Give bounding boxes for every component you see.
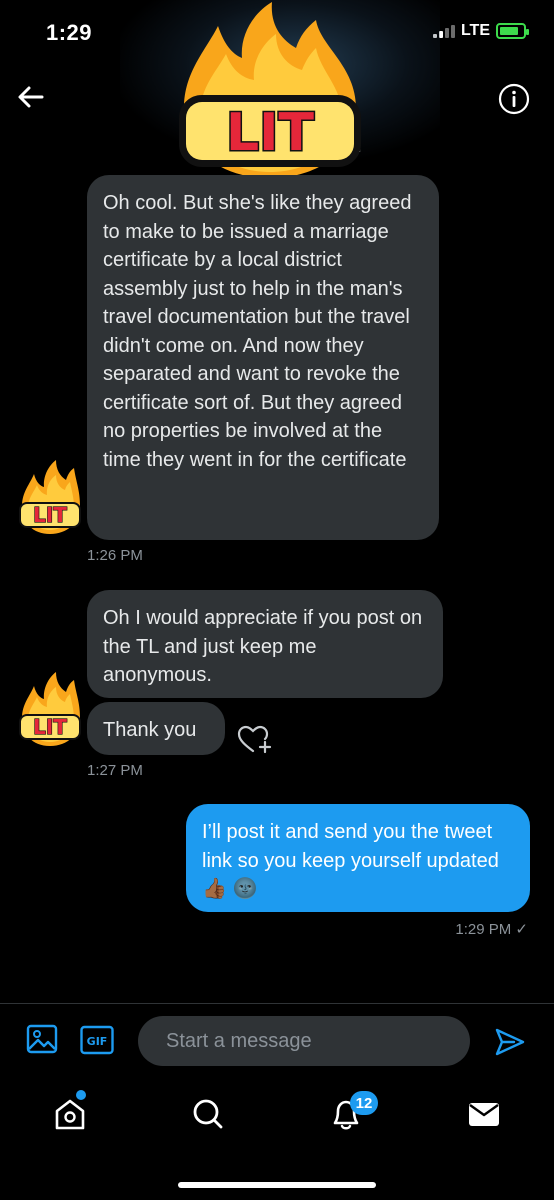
message-timestamp: 1:27 PM	[87, 762, 143, 779]
gif-icon: GIF	[80, 1025, 114, 1055]
status-time: 1:29	[46, 20, 93, 45]
sticker-text: LIT	[33, 503, 67, 527]
fire-lit-sticker: LIT	[170, 0, 370, 182]
message-bubble-received[interactable]: Thank you	[87, 702, 225, 755]
sticker-text: LIT	[33, 715, 67, 739]
tab-home[interactable]	[50, 1094, 90, 1134]
network-type: LTE	[460, 22, 490, 39]
fire-lit-sticker-avatar: LIT	[16, 458, 84, 536]
mail-icon	[469, 1103, 499, 1126]
tab-messages[interactable]	[464, 1094, 504, 1134]
status-indicators: LTE	[432, 22, 529, 40]
sticker-text: LIT	[226, 103, 314, 163]
gif-label: GIF	[87, 1035, 108, 1048]
message-text: Oh I would appreciate if you post on the…	[103, 607, 423, 686]
back-arrow-icon	[18, 86, 44, 108]
message-bubble-received[interactable]: Oh cool. But she's like they agreed to m…	[87, 175, 439, 540]
tab-search[interactable]	[188, 1094, 228, 1134]
send-button[interactable]	[494, 1026, 526, 1058]
message-text: Oh cool. But she's like they agreed to m…	[103, 192, 412, 471]
add-image-button[interactable]	[26, 1023, 58, 1055]
like-add-icon	[237, 725, 272, 754]
home-icon	[55, 1099, 85, 1130]
compose-divider	[0, 1003, 554, 1004]
home-notification-dot	[76, 1090, 86, 1100]
info-button[interactable]	[498, 83, 530, 115]
fire-lit-sticker-avatar: LIT	[16, 670, 84, 748]
image-icon	[26, 1024, 58, 1054]
message-input[interactable]	[164, 1028, 444, 1054]
message-timestamp: 1:29 PM ✓	[455, 921, 528, 938]
like-add-button[interactable]	[235, 722, 275, 756]
message-input-container[interactable]	[138, 1016, 470, 1066]
message-bubble-received[interactable]: Oh I would appreciate if you post on the…	[87, 590, 443, 698]
search-icon	[193, 1099, 223, 1129]
home-indicator[interactable]	[178, 1182, 376, 1188]
add-gif-button[interactable]: GIF	[80, 1025, 114, 1055]
back-button[interactable]	[14, 82, 48, 112]
message-text: I’ll post it and send you the tweet link…	[202, 821, 499, 900]
message-text: Thank you	[103, 719, 197, 741]
info-icon	[498, 83, 530, 115]
message-bubble-sent[interactable]: I’ll post it and send you the tweet link…	[186, 804, 530, 912]
send-icon	[495, 1028, 525, 1056]
notifications-badge: 12	[350, 1091, 378, 1115]
message-timestamp: 1:26 PM	[87, 547, 143, 564]
battery-icon	[496, 23, 529, 39]
